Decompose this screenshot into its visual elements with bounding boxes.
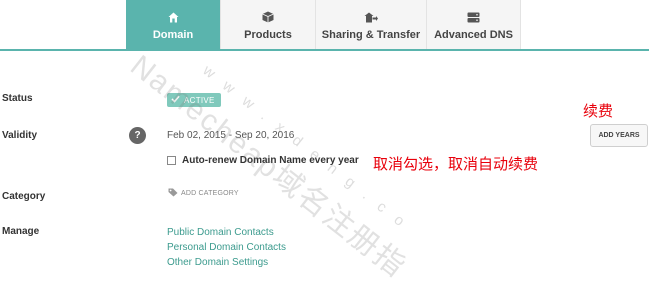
- manage-links: Public Domain Contacts Personal Domain C…: [167, 225, 286, 270]
- tab-advanced-dns-label: Advanced DNS: [434, 29, 513, 41]
- autorenew-checkbox[interactable]: [167, 156, 176, 165]
- other-domain-settings-link[interactable]: Other Domain Settings: [167, 255, 286, 270]
- tab-domain-label: Domain: [152, 29, 194, 41]
- tag-icon: [168, 188, 178, 199]
- personal-domain-contacts-link[interactable]: Personal Domain Contacts: [167, 240, 286, 255]
- check-icon: [171, 95, 180, 105]
- annotation-cancel-autorenew: 取消勾选，取消自动续费: [373, 156, 539, 173]
- validity-label: Validity: [2, 130, 38, 141]
- public-domain-contacts-link[interactable]: Public Domain Contacts: [167, 225, 286, 240]
- add-category-label: ADD CATEGORY: [181, 190, 239, 197]
- status-badge-text: ACTIVE: [184, 95, 215, 105]
- tab-products[interactable]: Products: [220, 0, 315, 49]
- tab-domain[interactable]: Domain: [126, 0, 220, 49]
- category-label: Category: [2, 191, 46, 202]
- box-icon: [260, 10, 276, 24]
- transfer-icon: [363, 10, 379, 24]
- tab-sharing-transfer[interactable]: Sharing & Transfer: [315, 0, 426, 49]
- autorenew-row[interactable]: Auto-renew Domain Name every year: [167, 155, 359, 166]
- server-icon: [466, 10, 482, 24]
- add-years-button[interactable]: ADD YEARS: [590, 124, 648, 147]
- validity-dates: Feb 02, 2015 - Sep 20, 2016: [167, 130, 295, 141]
- autorenew-label[interactable]: Auto-renew Domain Name every year: [182, 155, 359, 166]
- annotation-renew: 续费: [583, 103, 614, 120]
- status-badge: ACTIVE: [167, 93, 221, 107]
- house-icon: [165, 10, 181, 24]
- tab-products-label: Products: [244, 29, 292, 41]
- tab-bar: Domain Products Sharing & Transfer Advan…: [0, 0, 649, 51]
- watermark-url: www.xdeng.co: [199, 62, 419, 239]
- status-label: Status: [2, 93, 33, 104]
- tab-sharing-transfer-label: Sharing & Transfer: [321, 29, 421, 41]
- add-category-link[interactable]: ADD CATEGORY: [168, 188, 239, 199]
- help-icon[interactable]: ?: [129, 127, 146, 144]
- manage-label: Manage: [2, 226, 40, 237]
- tab-advanced-dns[interactable]: Advanced DNS: [426, 0, 521, 49]
